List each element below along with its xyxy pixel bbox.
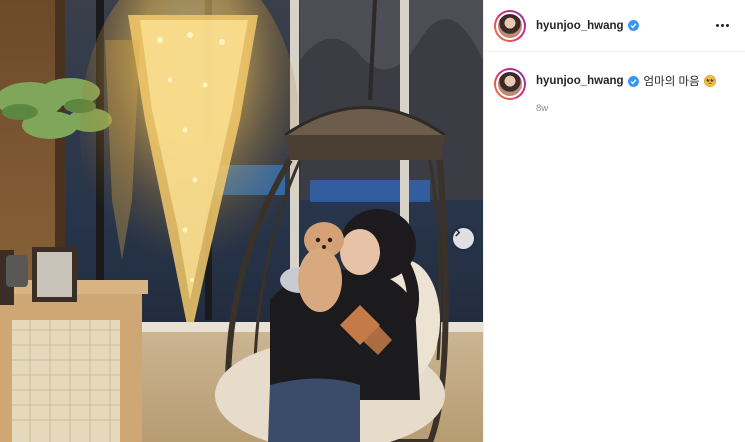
avatar-image bbox=[496, 70, 524, 98]
post-time: 8w bbox=[536, 103, 549, 114]
post-image bbox=[0, 0, 483, 442]
post-photo[interactable] bbox=[0, 0, 483, 442]
verified-badge-icon bbox=[627, 75, 639, 87]
next-photo-button[interactable] bbox=[453, 228, 474, 249]
caption-text: 엄마의 마음 bbox=[643, 76, 700, 88]
pleading-face-icon bbox=[703, 75, 716, 87]
caption-body: hyunjoo_hwang 엄마의 마음 8w bbox=[536, 68, 716, 114]
more-options-icon[interactable] bbox=[712, 20, 733, 31]
caption-avatar[interactable] bbox=[494, 68, 526, 100]
verified-badge-icon bbox=[627, 20, 639, 31]
post-header: hyunjoo_hwang bbox=[484, 0, 745, 52]
post-side-panel: hyunjoo_hwang hyunjoo_hwang 엄마의 마음 8w bbox=[483, 0, 745, 442]
caption-line: hyunjoo_hwang 엄마의 마음 bbox=[536, 73, 716, 89]
chevron-right-icon bbox=[455, 228, 461, 237]
avatar-image bbox=[496, 11, 524, 40]
caption-username[interactable]: hyunjoo_hwang bbox=[536, 75, 624, 87]
header-username[interactable]: hyunjoo_hwang bbox=[536, 20, 624, 32]
caption: hyunjoo_hwang 엄마의 마음 8w bbox=[484, 52, 745, 114]
avatar[interactable] bbox=[494, 9, 526, 42]
